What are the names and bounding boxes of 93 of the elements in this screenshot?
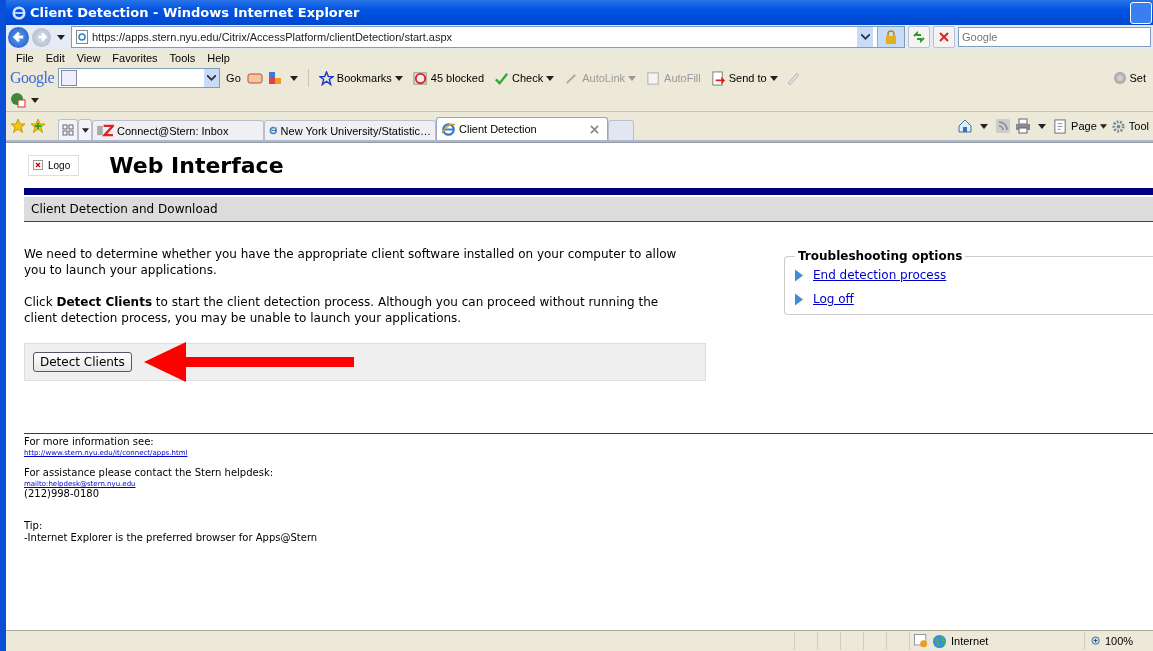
- menu-item[interactable]: Tools: [163, 52, 202, 67]
- arrow-left-icon: [11, 30, 26, 44]
- printer-icon[interactable]: [1015, 118, 1032, 134]
- menu-item[interactable]: View: [70, 52, 107, 67]
- paragraph: We need to determine whether you have the appropriate client software installed on your computer to allow you to launch your applications.: [24, 246, 678, 278]
- lock-icon: [885, 30, 897, 44]
- browser-tab[interactable]: New York University/Statistic…: [264, 120, 436, 140]
- section-header: Client Detection and Download: [24, 197, 1153, 222]
- star-icon[interactable]: [10, 118, 26, 134]
- logo-alt-text: Logo: [48, 159, 71, 171]
- triangle-icon: [795, 292, 803, 306]
- e-logo-icon: [12, 5, 26, 20]
- caret-icon[interactable]: [57, 34, 65, 40]
- footer-text: For more information see:: [24, 436, 155, 448]
- broken-image-icon: [33, 160, 43, 170]
- page-heading: Web Interface: [109, 152, 284, 178]
- browser-tab[interactable]: Connect@Stern: Inbox: [92, 120, 264, 140]
- menu-item[interactable]: Help: [201, 52, 236, 67]
- circle-icon: [1114, 72, 1127, 84]
- globe-icon: [932, 633, 947, 649]
- command-button[interactable]: Page: [1053, 118, 1107, 134]
- link[interactable]: Log off: [813, 292, 854, 306]
- home-icon[interactable]: [957, 118, 974, 134]
- warning-window-icon: [914, 634, 928, 648]
- caret-icon: [81, 127, 89, 133]
- settings-button[interactable]: Set: [1111, 72, 1149, 84]
- arrow-icon: [143, 342, 354, 382]
- toolbar-button[interactable]: Send to: [707, 70, 781, 86]
- search-field[interactable]: Google: [958, 27, 1151, 47]
- dropdown-button[interactable]: [204, 69, 220, 87]
- toolbar-button[interactable]: Bookmarks: [315, 70, 406, 86]
- url-text: https://apps.stern.nyu.edu/Citrix/AccessPlatform/clientDetection/start.aspx: [92, 31, 453, 43]
- plus-star-icon[interactable]: [30, 118, 46, 134]
- footer-text: -Internet Explorer is the preferred browser for Apps@Stern: [24, 532, 319, 544]
- close-icon[interactable]: [590, 124, 599, 134]
- feed-icon[interactable]: [995, 118, 1012, 134]
- page-icon: [76, 30, 88, 44]
- caret-icon: [1099, 123, 1107, 129]
- caret-icon[interactable]: [31, 97, 39, 103]
- zoom-button[interactable]: 100%: [1084, 632, 1153, 650]
- panel-title: Troubleshooting options: [797, 249, 964, 263]
- caret-icon: [628, 75, 637, 81]
- stop-button[interactable]: [933, 26, 955, 48]
- chevron-icon: [207, 75, 217, 81]
- card-icon[interactable]: [246, 70, 263, 86]
- caret-icon[interactable]: [980, 123, 989, 129]
- arrows-icon: [913, 31, 925, 43]
- dropdown-button[interactable]: [857, 27, 873, 47]
- toolbar-button[interactable]: Check: [491, 70, 558, 86]
- menu-item[interactable]: Edit: [39, 52, 71, 67]
- minimize-button[interactable]: [1130, 1, 1152, 24]
- browser-tab[interactable]: Client Detection: [436, 117, 608, 140]
- check-icon: [494, 70, 510, 86]
- menu-item[interactable]: File: [10, 52, 40, 67]
- caret-icon[interactable]: [1038, 123, 1047, 129]
- google-search-field[interactable]: [58, 68, 221, 88]
- window-title: Client Detection - Windows Internet Explorer: [30, 5, 360, 20]
- grid-icon: [62, 124, 74, 136]
- arrow-right-icon: [35, 31, 48, 43]
- footer-text: For assistance please contact the Stern helpdesk:: [24, 467, 275, 479]
- e-logo-icon: [441, 121, 456, 137]
- tab-list-button[interactable]: [78, 119, 92, 140]
- chevron-icon: [860, 34, 870, 40]
- star-icon: [318, 70, 334, 86]
- magnifier-icon: [1091, 635, 1102, 647]
- close-icon: [939, 32, 949, 42]
- page-icon: [1053, 118, 1069, 134]
- caret-icon: [546, 75, 555, 81]
- ez-logo-icon: [97, 124, 114, 137]
- link[interactable]: End detection process: [813, 268, 947, 282]
- triangle-icon: [795, 268, 803, 282]
- toolbar-button[interactable]: 45 blocked: [409, 70, 488, 86]
- go-button[interactable]: Go: [224, 72, 243, 84]
- globe-icon[interactable]: [10, 92, 26, 108]
- gear-icon: [1110, 118, 1126, 134]
- paragraph: Click Detect Clients to start the client detection process. Although you can proceed without running the client detection process, you may be unable to launch your applications.: [24, 294, 660, 326]
- back-button[interactable]: [8, 26, 29, 48]
- google-logo: Google: [10, 69, 55, 87]
- command-button[interactable]: Tool: [1110, 118, 1149, 134]
- refresh-button[interactable]: [908, 26, 930, 48]
- caret-icon[interactable]: [289, 75, 298, 81]
- footer-text: (212)998-0180: [24, 488, 101, 500]
- menu-item[interactable]: Favorites: [106, 52, 164, 67]
- detect-clients-button[interactable]: Detect Clients: [33, 352, 132, 372]
- caret-icon: [394, 75, 403, 81]
- footer-text: Tip:: [24, 520, 44, 532]
- form-icon: [646, 70, 662, 86]
- caret-icon: [769, 75, 778, 81]
- send-icon: [710, 70, 726, 86]
- security-zone: Internet: [951, 635, 989, 647]
- address-field[interactable]: https://apps.stern.nyu.edu/Citrix/AccessPlatform/clientDetection/start.aspx: [71, 26, 905, 48]
- blocked-icon: [412, 70, 428, 86]
- puzzle-icon[interactable]: [266, 70, 283, 86]
